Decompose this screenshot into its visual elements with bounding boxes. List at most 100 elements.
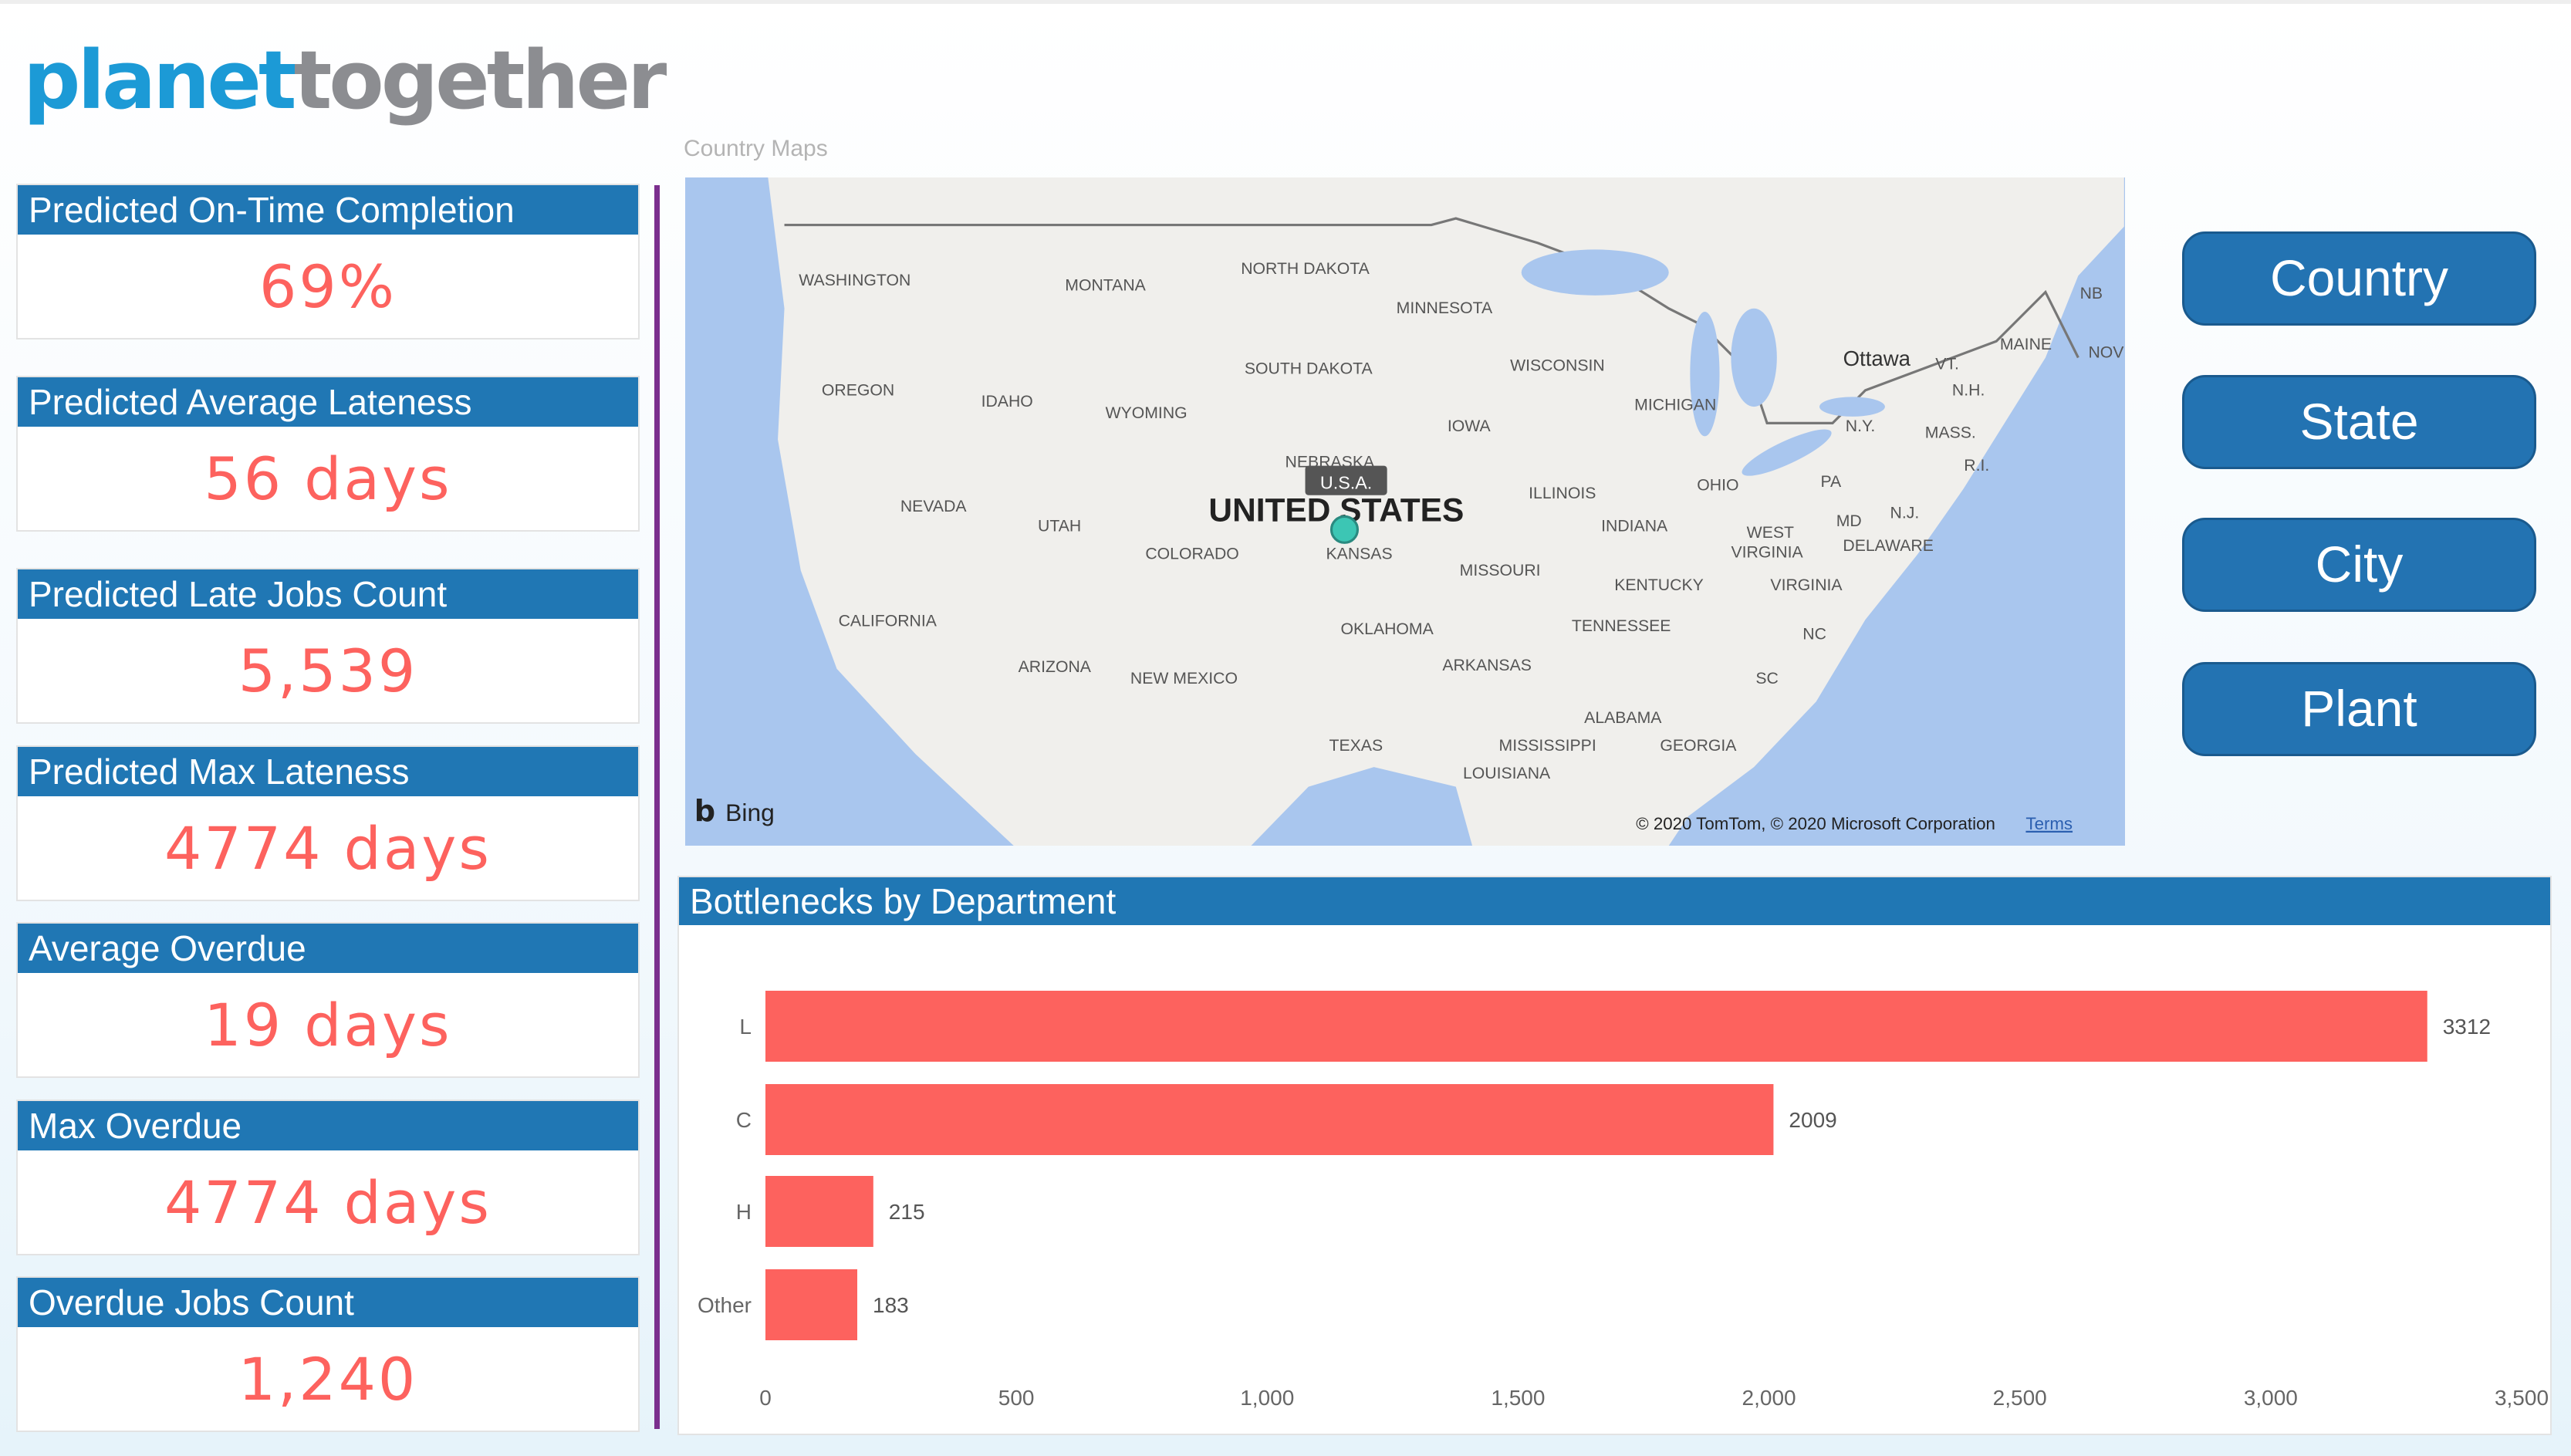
- x-tick-label: 1,500: [1491, 1386, 1545, 1410]
- kpi-value: 69%: [259, 252, 397, 321]
- bar-chart-canvas: L 3312 C 2009 H 215 Other 183 0 500 1,000 1,500 2,00…: [698, 991, 2549, 1410]
- map-place-label: ARIZONA: [1019, 658, 1092, 676]
- map-place-label: VIRGINIA: [1731, 543, 1804, 561]
- map-place-label: KANSAS: [1326, 546, 1393, 563]
- map-place-label: MASS.: [1925, 424, 1976, 441]
- logo-part-together: together: [293, 33, 667, 127]
- map-place-label: WISCONSIN: [1510, 356, 1605, 374]
- map-place-label: N.H.: [1952, 381, 1985, 399]
- kpi-value: 5,539: [238, 637, 418, 705]
- x-tick-label: 1,000: [1240, 1386, 1294, 1410]
- kpi-card: Predicted Average Lateness 56 days: [16, 376, 640, 532]
- x-tick-label: 0: [759, 1386, 772, 1410]
- map-place-label: MISSISSIPPI: [1499, 737, 1596, 755]
- map-place-label: VT.: [1935, 355, 1959, 373]
- map-place-label: N.Y.: [1846, 417, 1876, 435]
- kpi-value: 56 days: [204, 444, 452, 513]
- map-place-label: KENTUCKY: [1614, 576, 1704, 594]
- bing-logo-text: Bing: [725, 799, 775, 826]
- kpi-card: Average Overdue 19 days: [16, 922, 640, 1078]
- map-place-label: NEVADA: [900, 498, 968, 515]
- map-place-label: WASHINGTON: [799, 272, 910, 289]
- map-place-label: N.J.: [1890, 504, 1920, 522]
- category-label: L: [739, 1015, 752, 1039]
- map-place-label: ARKANSAS: [1442, 657, 1532, 674]
- bar-l[interactable]: [765, 991, 2427, 1062]
- vertical-divider: [654, 185, 660, 1429]
- map-place-label: TEXAS: [1329, 737, 1383, 755]
- map-copyright: © 2020 TomTom, © 2020 Microsoft Corporat…: [1636, 814, 1995, 833]
- kpi-title: Predicted On-Time Completion: [18, 185, 638, 235]
- x-tick-label: 3,500: [2495, 1386, 2549, 1410]
- country-map[interactable]: WASHINGTON MONTANA NORTH DAKOTA MINNESOTA SO…: [685, 177, 2125, 846]
- lake-michigan: [1690, 312, 1720, 437]
- data-label: 2009: [1789, 1108, 1836, 1132]
- map-place-label: MAINE: [2000, 336, 2052, 353]
- category-label: C: [736, 1108, 752, 1132]
- top-border: [0, 0, 2571, 4]
- map-place-label: MD: [1836, 512, 1862, 530]
- lake-ontario: [1819, 397, 1885, 417]
- filter-button-plant[interactable]: Plant: [2182, 662, 2536, 756]
- kpi-card: Max Overdue 4774 days: [16, 1100, 640, 1255]
- kpi-title: Predicted Average Lateness: [18, 377, 638, 427]
- category-label: H: [736, 1200, 752, 1224]
- data-label: 215: [889, 1200, 925, 1224]
- kpi-value: 1,240: [238, 1345, 418, 1414]
- map-place-label: MONTANA: [1065, 276, 1146, 294]
- location-marker[interactable]: [1329, 515, 1360, 544]
- data-label: 3312: [2443, 1015, 2491, 1039]
- map-place-label: R.I.: [1964, 457, 1989, 475]
- filter-button-country[interactable]: Country: [2182, 231, 2536, 326]
- planettogether-logo: planettogether: [23, 40, 667, 120]
- kpi-card: Overdue Jobs Count 1,240: [16, 1276, 640, 1432]
- map-place-label: TENNESSEE: [1572, 617, 1671, 635]
- lake-superior: [1521, 249, 1669, 296]
- category-label: Other: [698, 1293, 752, 1317]
- logo-part-planet: planet: [23, 33, 297, 127]
- map-place-label: NC: [1802, 626, 1826, 644]
- filter-button-state[interactable]: State: [2182, 375, 2536, 469]
- map-place-label: INDIANA: [1601, 517, 1668, 535]
- map-place-label: WYOMING: [1106, 404, 1188, 422]
- map-place-label: ALABAMA: [1584, 709, 1662, 727]
- map-place-label: MICHIGAN: [1634, 396, 1716, 414]
- kpi-card: Predicted On-Time Completion 69%: [16, 184, 640, 340]
- kpi-value: 4774 days: [164, 814, 492, 883]
- map-place-label: CALIFORNIA: [839, 613, 938, 630]
- map-place-label: IDAHO: [981, 393, 1033, 410]
- map-place-label: NORTH DAKOTA: [1241, 260, 1370, 278]
- bar-other[interactable]: [765, 1269, 858, 1340]
- kpi-title: Average Overdue: [18, 924, 638, 973]
- map-canvas[interactable]: WASHINGTON MONTANA NORTH DAKOTA MINNESOTA SO…: [685, 177, 2125, 846]
- kpi-card: Predicted Max Lateness 4774 days: [16, 745, 640, 901]
- map-place-label: MISSOURI: [1460, 562, 1541, 579]
- bottlenecks-chart: Bottlenecks by Department L 3312 C 2009 H 215…: [677, 876, 2552, 1435]
- map-place-label: PA: [1820, 473, 1842, 491]
- kpi-title: Max Overdue: [18, 1101, 638, 1150]
- map-place-label: VIRGINIA: [1770, 576, 1843, 594]
- map-place-label: NEW MEXICO: [1130, 670, 1238, 687]
- map-place-label: UTAH: [1038, 517, 1081, 535]
- map-place-label: LOUISIANA: [1463, 765, 1551, 782]
- kpi-value: 19 days: [204, 991, 452, 1059]
- data-label: 183: [873, 1293, 909, 1317]
- bar-c[interactable]: [765, 1084, 1774, 1155]
- kpi-title: Overdue Jobs Count: [18, 1278, 638, 1327]
- map-place-label: OKLAHOMA: [1341, 620, 1434, 638]
- map-place-label: SOUTH DAKOTA: [1245, 360, 1373, 378]
- map-place-label: WEST: [1747, 524, 1794, 542]
- filter-button-city[interactable]: City: [2182, 518, 2536, 612]
- map-place-label: MINNESOTA: [1397, 299, 1493, 317]
- terms-link[interactable]: Terms: [2025, 814, 2073, 833]
- kpi-value: 4774 days: [164, 1168, 492, 1237]
- x-tick-label: 2,500: [1993, 1386, 2047, 1410]
- map-place-label: NB: [2080, 285, 2103, 302]
- map-place-label: IOWA: [1448, 417, 1492, 435]
- lake-huron: [1731, 308, 1777, 407]
- map-place-label: NOV: [2088, 343, 2124, 361]
- map-place-label: Ottawa: [1843, 346, 1911, 370]
- kpi-card: Predicted Late Jobs Count 5,539: [16, 568, 640, 724]
- bar-h[interactable]: [765, 1176, 873, 1247]
- map-place-label: SC: [1755, 670, 1778, 687]
